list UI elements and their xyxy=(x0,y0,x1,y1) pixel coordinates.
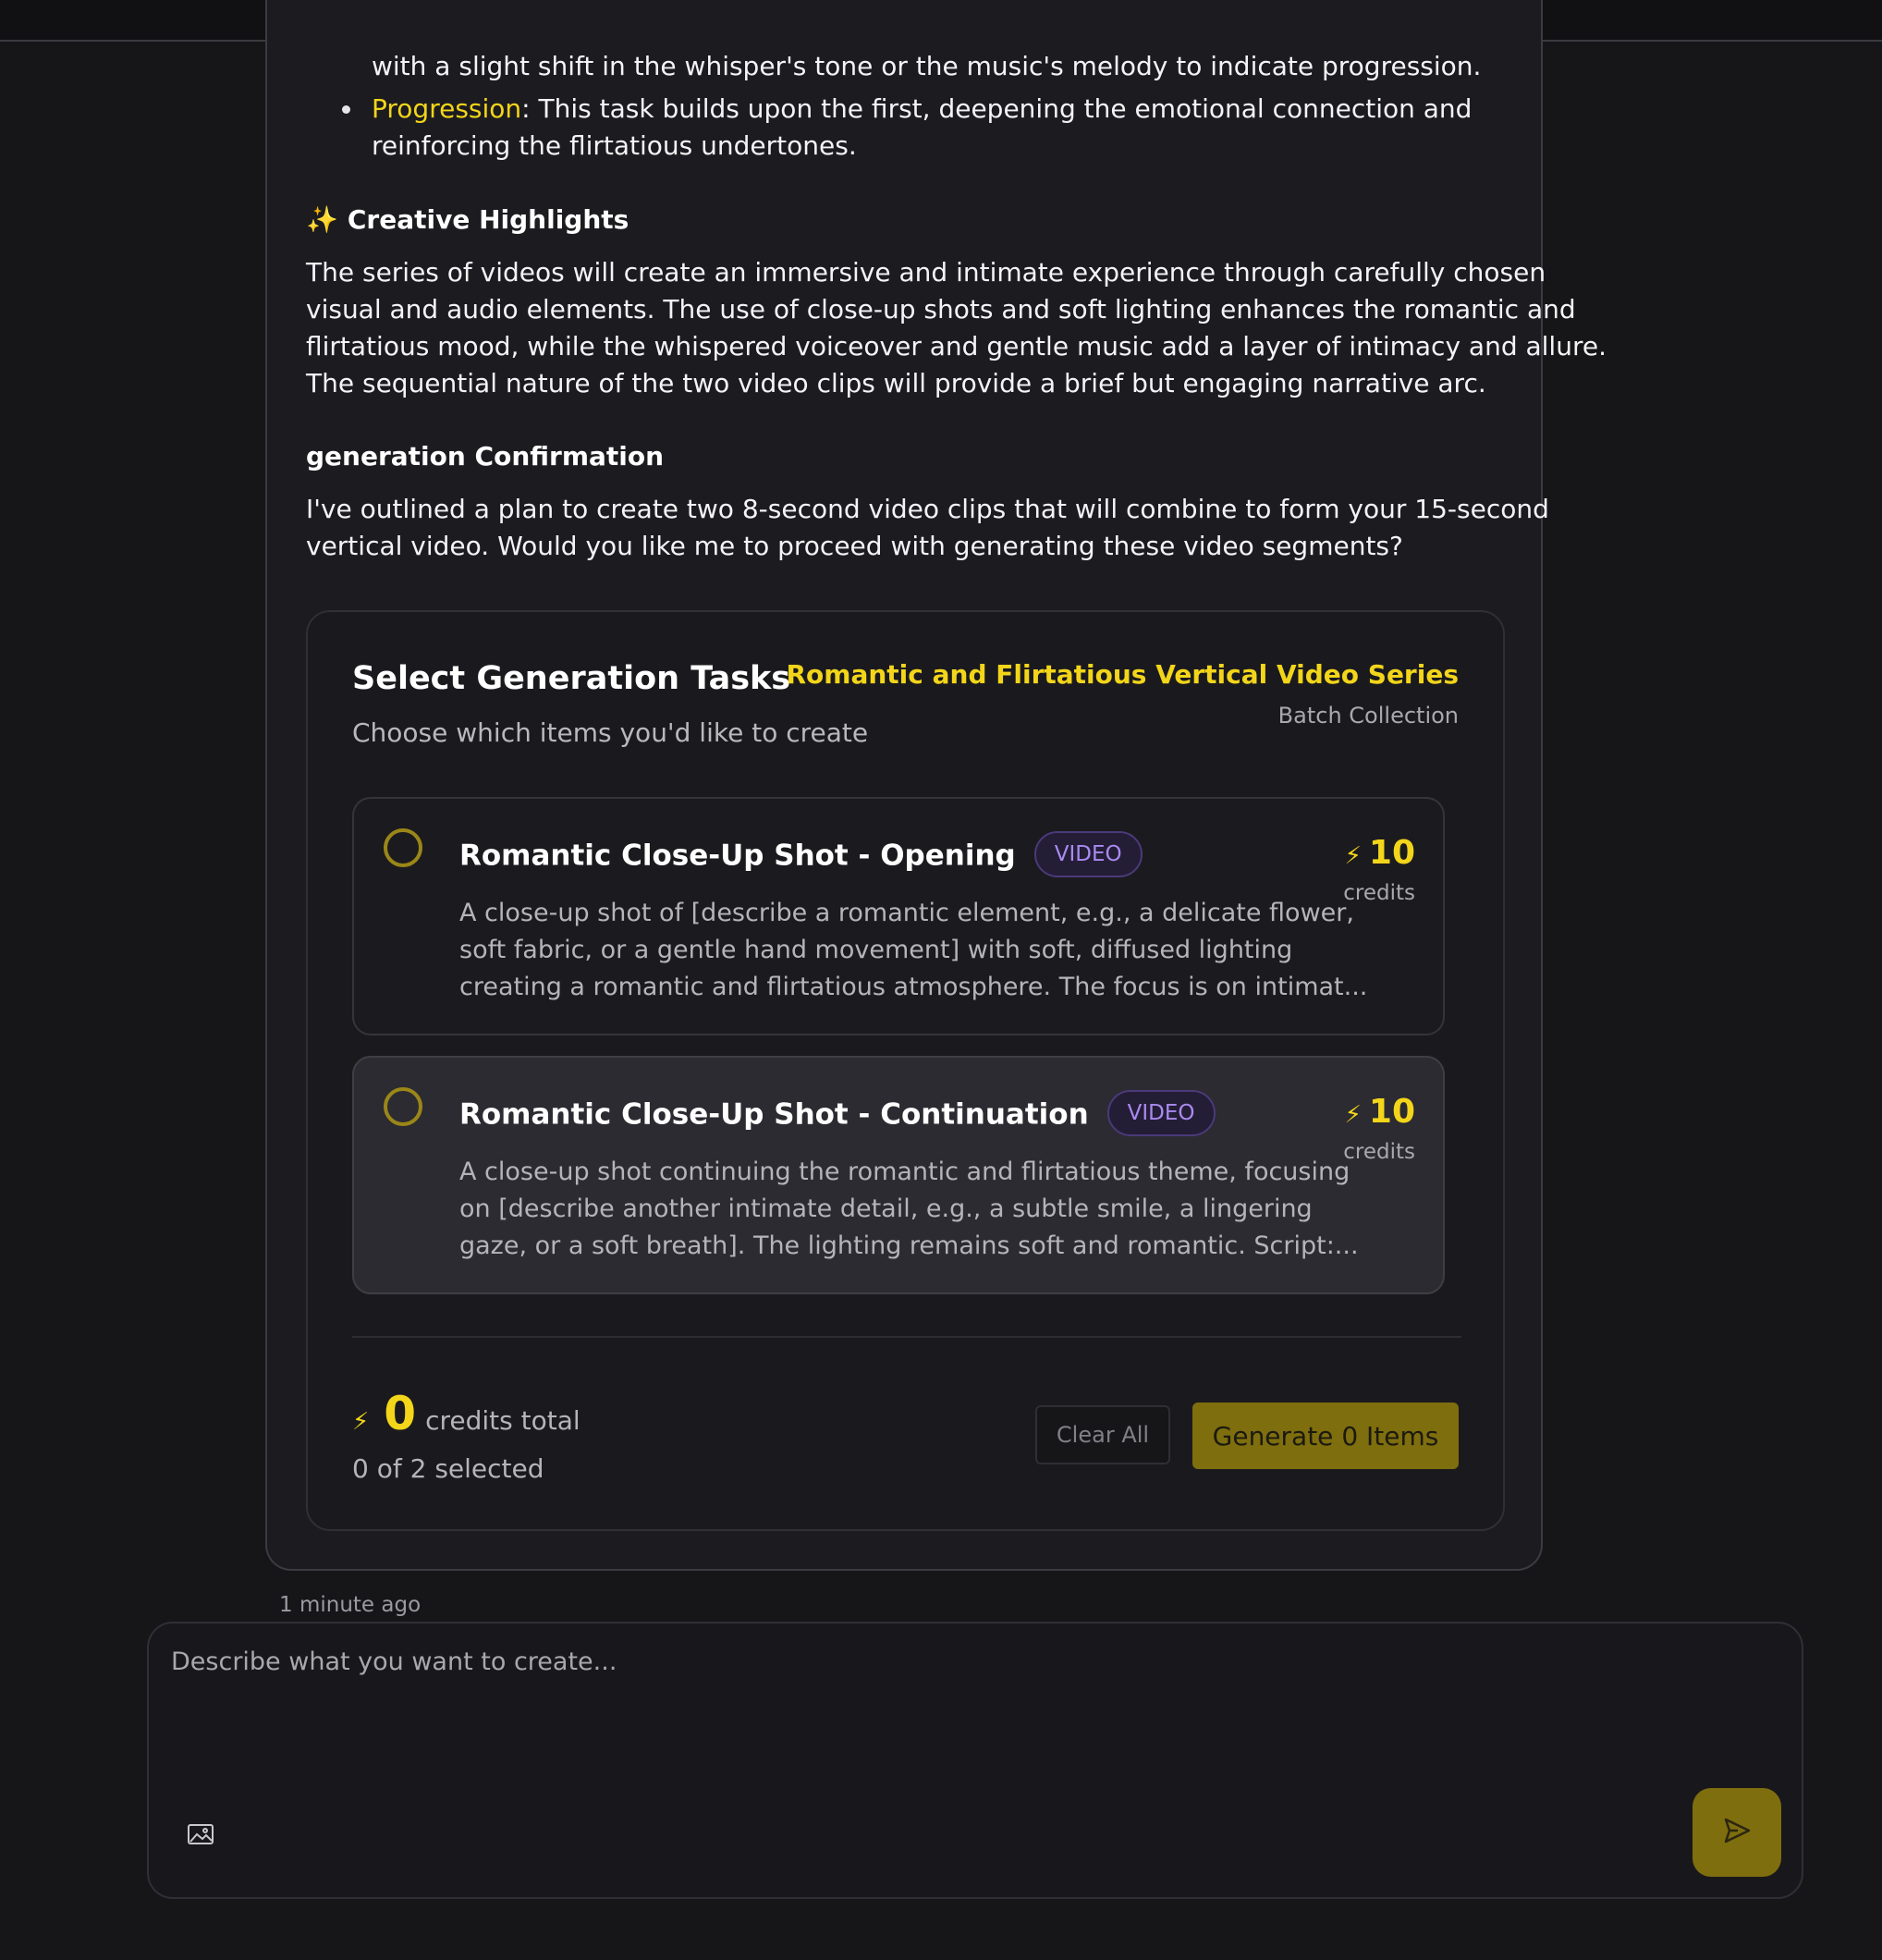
confirmation-heading: generation Confirmation xyxy=(306,441,665,472)
task-description: A close-up shot continuing the romantic … xyxy=(459,1158,1359,1260)
task-item-continuation[interactable]: Romantic Close-Up Shot - Continuation VID… xyxy=(352,1056,1445,1294)
creative-highlights-heading: ✨ Creative Highlights xyxy=(306,204,629,235)
bullet-list: with a slight shift in the whisper's ton… xyxy=(342,48,1482,165)
image-icon[interactable] xyxy=(186,1819,215,1849)
video-badge: VIDEO xyxy=(1033,831,1143,877)
bullet-dot xyxy=(342,105,350,114)
panel-subtitle: Choose which items you'd like to create xyxy=(352,717,869,748)
prompt-input[interactable] xyxy=(171,1648,1742,1795)
generate-button[interactable]: Generate 0 Items xyxy=(1192,1403,1459,1469)
sparkle-icon: ✨ xyxy=(306,204,338,235)
bolt-icon: ⚡ xyxy=(1344,1101,1362,1129)
task-cost: ⚡ 10 credits xyxy=(1343,834,1415,905)
task-description: A close-up shot of [describe a romantic … xyxy=(459,899,1368,1001)
task-cost: ⚡ 10 credits xyxy=(1343,1093,1415,1164)
credits-label: credits xyxy=(1343,881,1415,905)
assistant-message: with a slight shift in the whisper's ton… xyxy=(265,0,1607,1571)
total-credits-value: 0 xyxy=(384,1387,417,1440)
bolt-icon: ⚡ xyxy=(352,1408,370,1436)
credit-amount: 10 xyxy=(1368,834,1415,872)
bullet-text: : This task builds upon the first, deepe… xyxy=(521,93,1473,124)
select-radio[interactable] xyxy=(384,1087,422,1126)
video-badge: VIDEO xyxy=(1106,1090,1216,1136)
credits-total: ⚡ 0 credits total xyxy=(352,1387,580,1440)
bullet-highlight: Progression xyxy=(372,93,522,124)
send-button[interactable] xyxy=(1693,1788,1781,1877)
bullet-text-line: reinforcing the flirtatious undertones. xyxy=(372,130,857,161)
generation-task-panel: Select Generation Tasks Choose which ite… xyxy=(306,610,1505,1531)
divider xyxy=(352,1336,1461,1338)
total-credits-label: credits total xyxy=(425,1405,580,1436)
series-name: Romantic and Flirtatious Vertical Video … xyxy=(786,659,1460,690)
bullet-item-progression: Progression: This task builds upon the f… xyxy=(342,91,1481,165)
task-item-opening[interactable]: Romantic Close-Up Shot - Opening VIDEO A … xyxy=(352,797,1445,1035)
task-title: Romantic Close-Up Shot - Opening VIDEO xyxy=(459,831,1143,880)
credit-amount: 10 xyxy=(1368,1093,1415,1131)
task-title: Romantic Close-Up Shot - Continuation VID… xyxy=(459,1090,1216,1139)
selected-count: 0 of 2 selected xyxy=(352,1453,544,1484)
bullet-continuation: with a slight shift in the whisper's ton… xyxy=(372,51,1482,81)
confirmation-text: I've outlined a plan to create two 8-sec… xyxy=(306,494,1549,561)
bolt-icon: ⚡ xyxy=(1344,842,1362,870)
collection-label: Batch Collection xyxy=(1277,703,1459,729)
creative-highlights-text: The series of videos will create an imme… xyxy=(306,257,1607,398)
select-radio[interactable] xyxy=(384,828,422,867)
send-icon xyxy=(1721,1815,1753,1850)
credits-label: credits xyxy=(1343,1140,1415,1164)
clear-all-button[interactable]: Clear All xyxy=(1035,1405,1170,1464)
composer xyxy=(147,1622,1803,1899)
panel-title: Select Generation Tasks xyxy=(352,660,791,697)
message-timestamp: 1 minute ago xyxy=(279,1593,422,1617)
